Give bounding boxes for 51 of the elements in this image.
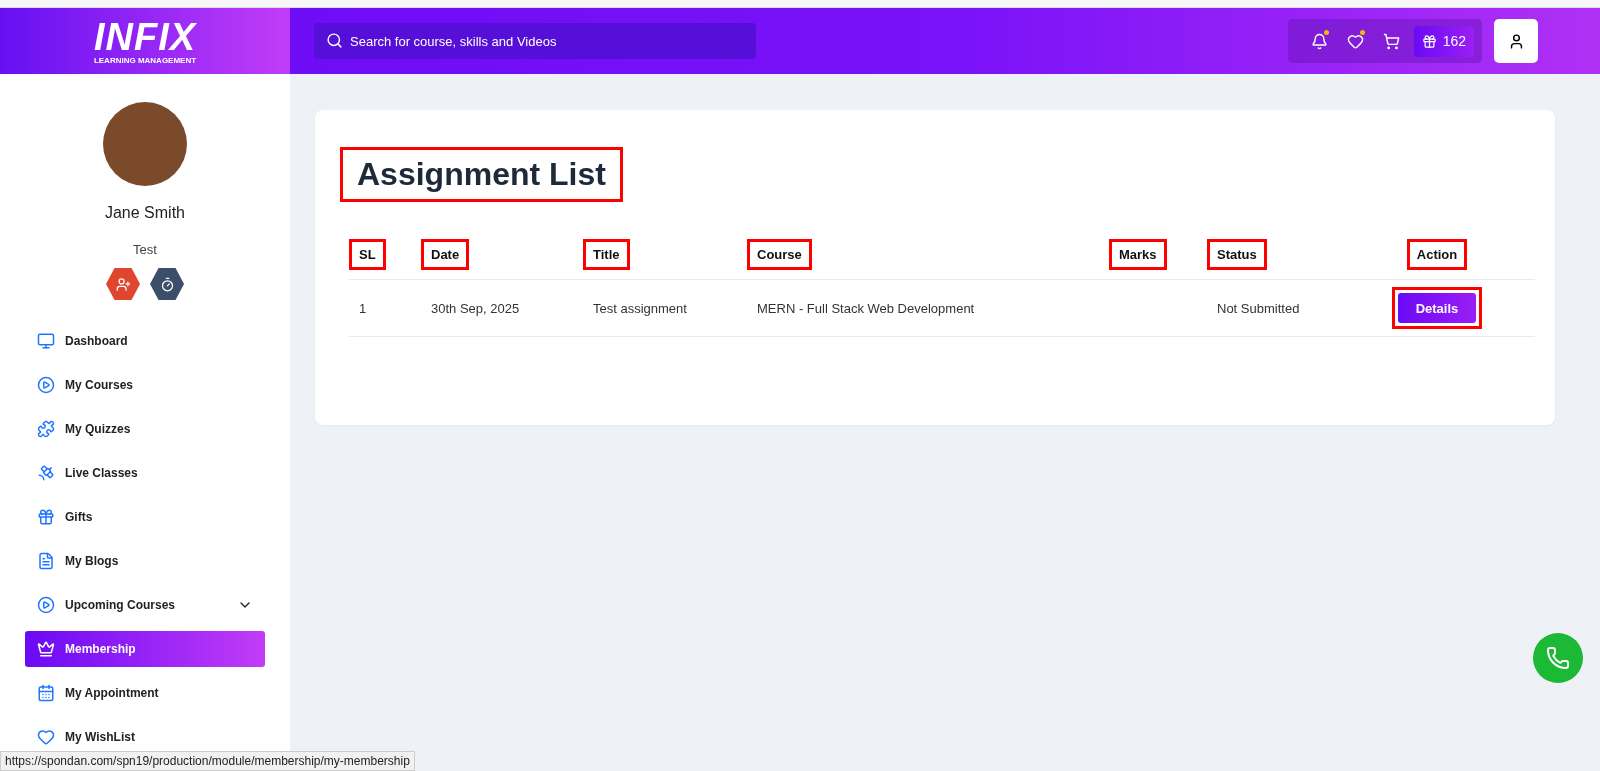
sidebar-item[interactable]: Upcoming Courses bbox=[25, 587, 265, 623]
cart-icon bbox=[1383, 32, 1401, 50]
column-header: Course bbox=[747, 238, 812, 270]
note-icon bbox=[37, 552, 55, 570]
status-bar-url: https://spondan.com/spn19/production/module/membership/my-membership bbox=[0, 751, 415, 771]
logo-subtitle: LEARNING MANAGEMENT bbox=[93, 55, 197, 65]
crown-icon bbox=[37, 640, 55, 658]
column-header: Date bbox=[421, 238, 470, 270]
sidebar-item[interactable]: Membership bbox=[25, 631, 265, 667]
table-cell-text: Not Submitted bbox=[1216, 300, 1301, 316]
search-field[interactable]: Search for course, skills and Videos bbox=[314, 23, 756, 59]
bell-icon bbox=[1311, 32, 1329, 50]
calendar-icon bbox=[37, 684, 55, 702]
play-icon bbox=[37, 596, 55, 614]
chat-button[interactable] bbox=[1533, 633, 1583, 683]
profile-button[interactable] bbox=[1494, 19, 1538, 63]
logo[interactable]: INFIX LEARNING MANAGEMENT bbox=[0, 8, 290, 74]
gift-points-button[interactable]: 162 bbox=[1413, 25, 1474, 57]
gift-icon bbox=[37, 508, 55, 526]
timer-icon bbox=[159, 276, 175, 292]
details-button[interactable]: Details bbox=[1397, 293, 1477, 323]
search-icon bbox=[326, 32, 343, 49]
sidebar-item[interactable]: My Quizzes bbox=[25, 411, 265, 447]
table-cell-text: 30th Sep, 2025 bbox=[430, 300, 521, 316]
sidebar-item[interactable]: Gifts bbox=[25, 499, 265, 535]
table-cell-text: Test assignment bbox=[592, 300, 688, 316]
sidebar-item[interactable]: Live Classes bbox=[25, 455, 265, 491]
sidebar-item[interactable]: My Courses bbox=[25, 367, 265, 403]
profile-role: Test bbox=[133, 242, 157, 257]
column-header: Status bbox=[1207, 238, 1267, 270]
table-cell-text: MERN - Full Stack Web Development bbox=[756, 300, 976, 316]
satellite-dish-icon bbox=[37, 464, 55, 482]
add-user-icon bbox=[115, 276, 131, 292]
heart-icon bbox=[37, 728, 55, 746]
sidebar-item[interactable]: My Blogs bbox=[25, 543, 265, 579]
profile-name: Jane Smith bbox=[104, 204, 185, 222]
logo-text: INFIX bbox=[93, 17, 197, 56]
page-title: Assignment List bbox=[343, 150, 620, 199]
gift-icon bbox=[1421, 33, 1437, 49]
table-cell-text: 1 bbox=[358, 300, 368, 316]
column-header: Marks bbox=[1109, 238, 1167, 270]
sidebar-item[interactable]: Dashboard bbox=[25, 323, 265, 359]
heart-icon bbox=[1347, 32, 1365, 50]
play-icon bbox=[37, 376, 55, 394]
column-header: SL bbox=[349, 238, 386, 270]
monitor-icon bbox=[37, 332, 55, 350]
column-header: Title bbox=[583, 238, 630, 270]
phone-icon bbox=[1546, 646, 1570, 670]
column-header: Action bbox=[1406, 238, 1468, 270]
sidebar-item[interactable]: My Appointment bbox=[25, 675, 265, 711]
puzzle-icon bbox=[37, 420, 55, 438]
